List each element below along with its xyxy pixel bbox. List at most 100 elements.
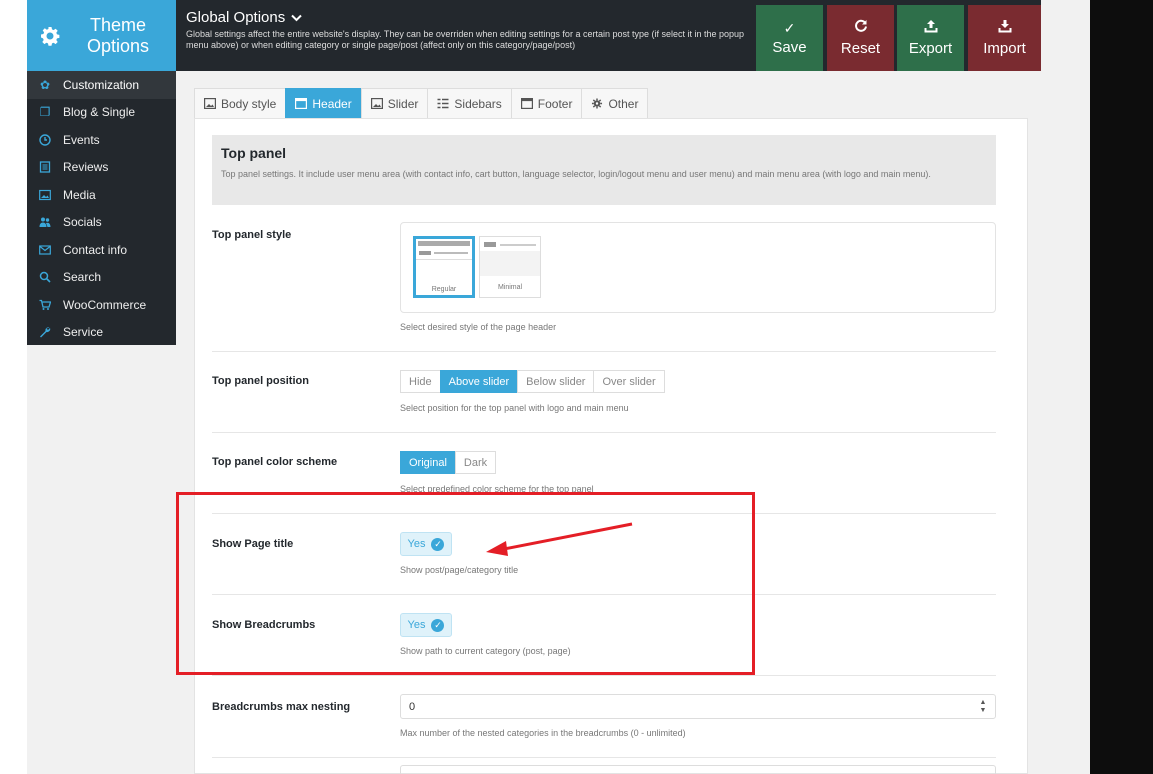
image-icon: [204, 98, 216, 109]
export-label: Export: [908, 40, 953, 57]
reset-label: Reset: [840, 40, 881, 57]
annotation-highlight-box: [176, 492, 755, 675]
sidebar-item-contact-info[interactable]: Contact info: [27, 236, 176, 264]
thumb-logo: [484, 242, 496, 247]
sidebar-item-customization[interactable]: ✿ Customization: [27, 71, 176, 99]
number-spinner[interactable]: ▲ ▼: [977, 698, 989, 716]
cart-icon: [27, 299, 63, 311]
next-field-top: [400, 765, 996, 774]
tab-sidebars[interactable]: Sidebars: [427, 88, 511, 119]
tab-body-style[interactable]: Body style: [194, 88, 286, 119]
row-divider: [212, 351, 996, 352]
top-panel-style-chooser: Regular Minimal: [400, 222, 996, 313]
export-button[interactable]: Export: [897, 5, 964, 71]
tab-footer[interactable]: Footer: [510, 88, 582, 119]
section-title: Top panel: [221, 145, 287, 161]
refresh-icon: [854, 19, 868, 40]
option-tabs: Body style Header Slider Sidebars Footer…: [194, 88, 649, 119]
thumb-body: [480, 251, 540, 276]
tab-label: Footer: [537, 96, 573, 111]
row-divider: [212, 675, 996, 676]
top-panel-position-selector: Hide Above slider Below slider Over slid…: [400, 370, 665, 393]
blog-icon: ❐: [39, 105, 51, 120]
top-panel-position-label: Top panel position: [212, 375, 309, 387]
top-panel-style-label: Top panel style: [212, 229, 292, 241]
brand-header: Theme Options: [27, 0, 176, 71]
sidebar-item-socials[interactable]: Socials: [27, 209, 176, 237]
sidebar-item-media[interactable]: Media: [27, 181, 176, 209]
brand-title: Theme Options: [86, 14, 150, 56]
tab-label: Sidebars: [454, 96, 502, 111]
scheme-option-original[interactable]: Original: [400, 451, 455, 474]
thumb-logo: [419, 251, 431, 255]
sidebar-item-label: Events: [63, 132, 100, 147]
breadcrumbs-max-nesting-input[interactable]: 0 ▲ ▼: [400, 694, 996, 719]
breadcrumbs-max-nesting-desc: Max number of the nested categories in t…: [400, 728, 686, 738]
sidebar-item-service[interactable]: Service: [27, 319, 176, 347]
input-value: 0: [409, 700, 416, 713]
sidebar-item-label: Customization: [63, 77, 140, 92]
style-option-minimal[interactable]: Minimal: [479, 236, 541, 298]
search-icon: [27, 271, 63, 283]
color-scheme-selector: Original Dark: [400, 451, 497, 474]
style-option-label: Minimal: [497, 284, 523, 291]
position-option-hide[interactable]: Hide: [400, 370, 440, 393]
top-panel-section-header: Top panel Top panel settings. It include…: [212, 135, 996, 205]
position-option-over-slider[interactable]: Over slider: [593, 370, 665, 393]
thumb-menu: [434, 252, 468, 254]
sidebar-item-label: Socials: [63, 215, 102, 230]
clock-icon: [27, 134, 63, 146]
position-option-above-slider[interactable]: Above slider: [439, 370, 518, 393]
theme-options-sidebar: Theme Options ✿ Customization ❐ Blog & Sin…: [27, 0, 176, 345]
sidebar-item-label: Search: [63, 270, 102, 285]
envelope-icon: [27, 244, 63, 256]
gear-icon: [592, 98, 603, 109]
top-panel-position-desc: Select position for the top panel with l…: [400, 403, 629, 413]
reset-button[interactable]: Reset: [827, 5, 894, 71]
style-option-label: Regular: [431, 286, 457, 293]
thumb-divider: [416, 259, 472, 260]
window-icon: [520, 98, 533, 109]
global-options-bar: Global Options Global settings affect th…: [176, 0, 1041, 71]
tab-label: Header: [312, 96, 352, 111]
image-icon: [370, 98, 383, 109]
options-scope-label: Global Options: [186, 9, 286, 26]
checkmark-icon: ✓: [783, 20, 796, 36]
top-panel-color-scheme-label: Top panel color scheme: [212, 456, 338, 468]
thumb-header: [418, 241, 470, 246]
header-settings-panel: Top panel Top panel settings. It include…: [194, 118, 1028, 774]
save-label: Save: [772, 39, 807, 56]
thumb-menu: [500, 244, 536, 246]
options-description: Global settings affect the entire websit…: [186, 29, 745, 50]
image-icon: [27, 189, 63, 201]
sidebar-item-blog-single[interactable]: ❐ Blog & Single: [27, 99, 176, 127]
sidebar-item-search[interactable]: Search: [27, 264, 176, 292]
sidebar-item-label: Blog & Single: [63, 105, 136, 120]
row-divider: [212, 757, 996, 758]
tab-label: Slider: [387, 96, 419, 111]
import-button[interactable]: Import: [968, 5, 1041, 71]
row-divider: [212, 432, 996, 433]
scheme-option-dark[interactable]: Dark: [454, 451, 497, 474]
style-option-regular[interactable]: Regular: [413, 236, 475, 298]
save-button[interactable]: ✓ Save: [756, 5, 823, 71]
top-panel-style-desc: Select desired style of the page header: [400, 322, 557, 332]
tab-slider[interactable]: Slider: [360, 88, 428, 119]
sidebar-item-label: Contact info: [63, 242, 128, 257]
sidebar-item-woocommerce[interactable]: WooCommerce: [27, 291, 176, 319]
sidebar-item-label: Service: [63, 325, 104, 340]
sidebar-item-events[interactable]: Events: [27, 126, 176, 154]
options-scope-dropdown[interactable]: Global Options: [186, 9, 302, 26]
spinner-down-icon: ▼: [979, 707, 987, 714]
import-label: Import: [983, 40, 1026, 57]
tab-other[interactable]: Other: [581, 88, 649, 119]
sidebar-item-reviews[interactable]: Reviews: [27, 154, 176, 182]
users-icon: [27, 216, 63, 228]
window-icon: [295, 98, 308, 109]
gear-icon: ✿: [39, 77, 51, 92]
sidebar-item-label: Reviews: [63, 160, 109, 175]
list-icon: [27, 161, 63, 173]
position-option-below-slider[interactable]: Below slider: [517, 370, 594, 393]
tab-header[interactable]: Header: [285, 88, 361, 119]
tab-label: Body style: [221, 96, 277, 111]
